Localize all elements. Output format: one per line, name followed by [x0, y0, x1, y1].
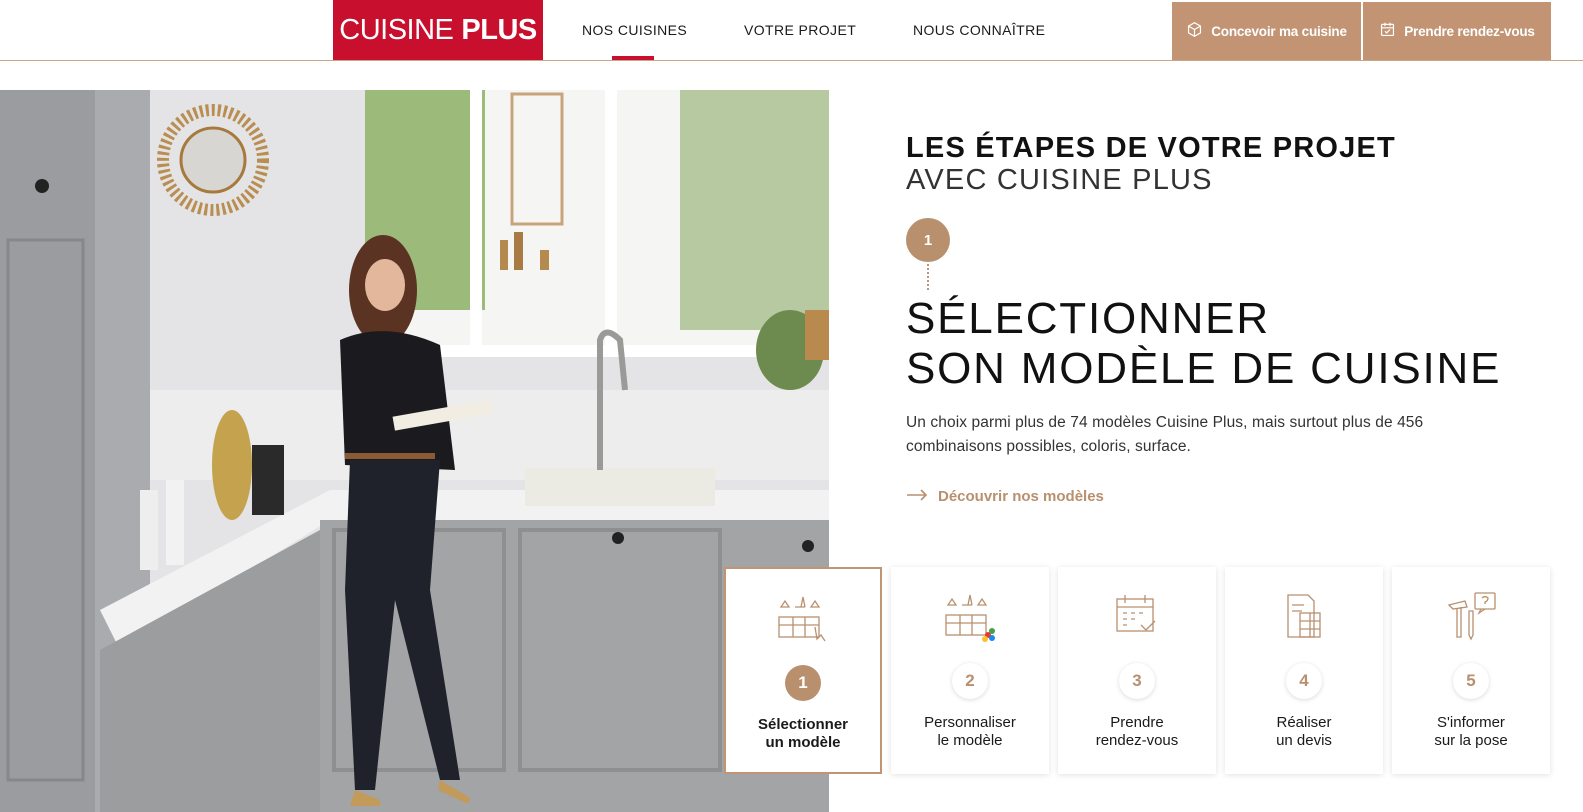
step-label-line2: rendez-vous [1095, 732, 1179, 749]
step-number: 2 [952, 663, 988, 699]
nav-label: NOS CUISINES [582, 22, 688, 38]
nav-item-votre-projet[interactable]: VOTRE PROJET [744, 0, 856, 60]
appointment-button[interactable]: Prendre rendez-vous [1363, 2, 1551, 60]
nav-item-nous-connaitre[interactable]: NOUS CONNAÎTRE [913, 0, 1045, 60]
tools-question-icon [1443, 591, 1499, 643]
calendar-icon [1379, 21, 1396, 41]
calendar-check-icon [1109, 591, 1165, 643]
step-card-2[interactable]: 2 Personnaliser le modèle [891, 567, 1049, 774]
step-label: Réaliser un devis [1276, 714, 1332, 750]
step-card-1[interactable]: 1 Sélectionner un modèle [724, 567, 882, 774]
step-label: S'informer sur la pose [1434, 714, 1507, 750]
step-label-line2: un modèle [765, 734, 841, 751]
appointment-label: Prendre rendez-vous [1404, 23, 1535, 39]
kitchen-color-icon [942, 591, 998, 643]
step-card-3[interactable]: 3 Prendre rendez-vous [1058, 567, 1216, 774]
step-label-line1: S'informer [1437, 714, 1505, 731]
current-step-title: SÉLECTIONNER SON MODÈLE DE CUISINE [906, 294, 1501, 394]
nav-item-nos-cuisines[interactable]: NOS CUISINES [582, 0, 687, 60]
design-kitchen-label: Concevoir ma cuisine [1211, 23, 1347, 39]
logo-text-cuisine: CUISINE [339, 13, 454, 46]
step-label: Sélectionner un modèle [758, 716, 848, 752]
discover-models-label: Découvrir nos modèles [938, 488, 1104, 505]
cube-icon [1186, 21, 1203, 41]
arrow-right-icon [906, 488, 928, 505]
current-step-description: Un choix parmi plus de 74 modèles Cuisin… [906, 414, 1424, 455]
current-step-badge: 1 [906, 218, 950, 262]
nav-label: NOUS CONNAÎTRE [913, 22, 1046, 38]
logo-text-plus: PLUS [461, 13, 537, 46]
step-label-line2: sur la pose [1434, 732, 1508, 749]
nav-label: VOTRE PROJET [744, 22, 857, 38]
current-step-title-line1: SÉLECTIONNER [906, 294, 1270, 343]
step-label-line2: le modèle [937, 732, 1003, 749]
cuisine-plus-logo[interactable]: CUISINE PLUS [333, 0, 543, 60]
step-label-line1: Prendre [1110, 714, 1164, 731]
section-subtitle: AVEC CUISINE PLUS [906, 164, 1213, 196]
design-kitchen-button[interactable]: Concevoir ma cuisine [1172, 2, 1361, 60]
step-number: 1 [785, 665, 821, 701]
kitchen-select-icon [775, 593, 831, 645]
step-label: Prendre rendez-vous [1096, 714, 1179, 750]
step-label: Personnaliser le modèle [924, 714, 1016, 750]
step-label-line1: Sélectionner [757, 716, 849, 733]
step-number: 3 [1119, 663, 1155, 699]
current-step-title-line2: SON MODÈLE DE CUISINE [906, 344, 1502, 393]
step-label-line2: un devis [1276, 732, 1332, 749]
step-label-line1: Personnaliser [924, 714, 1016, 731]
nav-active-indicator [612, 56, 654, 60]
step-card-5[interactable]: 5 S'informer sur la pose [1392, 567, 1550, 774]
kitchen-photo [0, 90, 829, 812]
step-card-4[interactable]: 4 Réaliser un devis [1225, 567, 1383, 774]
step-connector [927, 264, 929, 290]
quote-calculator-icon [1276, 591, 1332, 643]
step-label-line1: Réaliser [1276, 714, 1332, 731]
step-number: 5 [1453, 663, 1489, 699]
step-number: 4 [1286, 663, 1322, 699]
discover-models-link[interactable]: Découvrir nos modèles [906, 488, 1104, 505]
section-title: LES ÉTAPES DE VOTRE PROJET [906, 132, 1396, 164]
site-header: CUISINE PLUS NOS CUISINES VOTRE PROJET N… [0, 0, 1583, 61]
